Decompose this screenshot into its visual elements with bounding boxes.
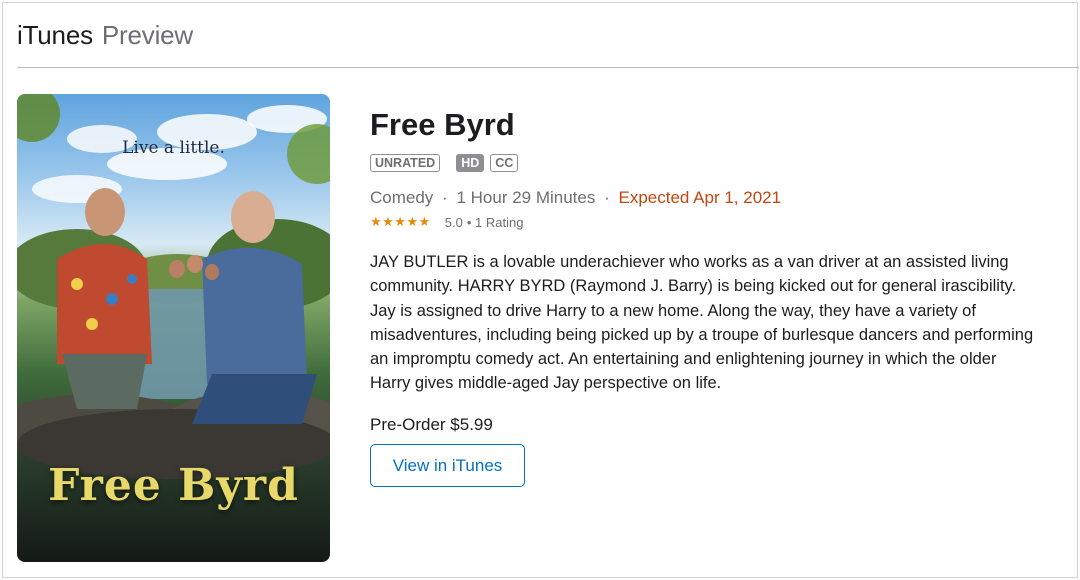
cc-badge: CC [490,154,519,172]
meta-separator: · [442,188,448,207]
itunes-preview-header: iTunes Preview [17,17,193,53]
rating-badge: UNRATED [370,154,441,172]
meta-separator: · [604,188,610,207]
itunes-logo-text: iTunes [17,20,93,50]
star-rating-icon: ★★★★★ [370,214,431,229]
poster-tagline: Live a little. [122,138,225,158]
preorder-price: Pre-Order $5.99 [370,414,493,434]
movie-title: Free Byrd [370,107,515,142]
page-frame: iTunes Preview Live a little. Free Byrd … [2,2,1079,578]
preview-label: Preview [101,20,193,50]
view-in-itunes-button[interactable]: View in iTunes [370,443,525,487]
rating-count: • 1 Rating [466,214,524,230]
duration-label: 1 Hour 29 Minutes [456,188,596,207]
header-divider [17,67,1079,68]
hd-badge: HD [456,154,485,172]
movie-info: Free Byrd UNRATED HD CC Comedy · 1 Hour … [370,103,1050,487]
genre-label: Comedy [370,188,434,207]
release-date-label: Expected Apr 1, 2021 [618,188,782,207]
poster-title-text: Free Byrd [48,460,299,511]
rating-row: ★★★★★ 5.0 • 1 Rating [370,213,1050,231]
movie-description: JAY BUTLER is a lovable underachiever wh… [370,253,1034,393]
movie-poster: Live a little. Free Byrd [17,94,330,562]
format-badges: UNRATED HD CC [370,153,1050,173]
movie-meta: Comedy · 1 Hour 29 Minutes · Expected Ap… [370,187,1050,209]
rating-value: 5.0 [444,214,463,230]
